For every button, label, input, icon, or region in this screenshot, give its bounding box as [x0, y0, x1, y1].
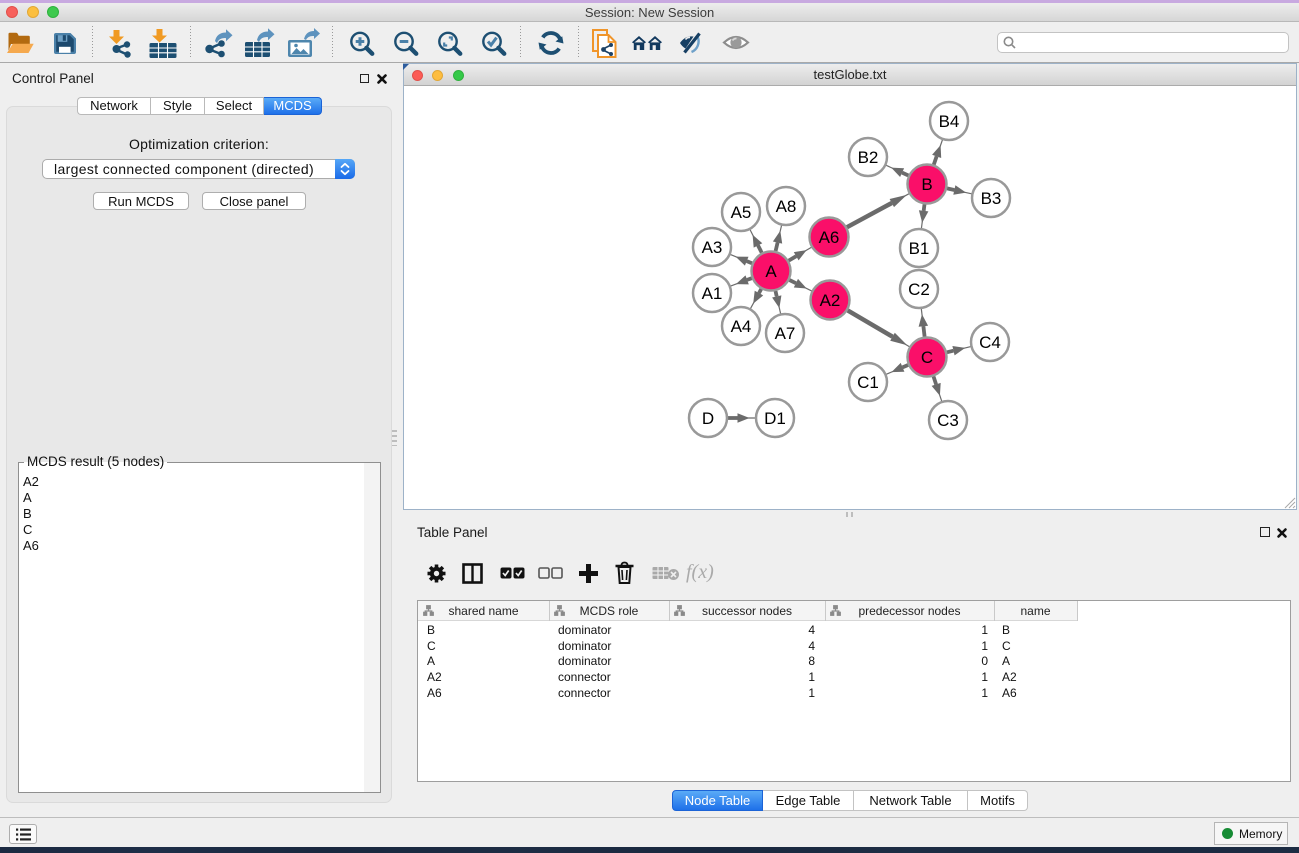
svg-text:C4: C4 — [979, 333, 1001, 352]
svg-text:A2: A2 — [820, 291, 841, 310]
svg-text:A: A — [765, 262, 777, 281]
svg-text:A5: A5 — [731, 203, 752, 222]
svg-text:A6: A6 — [819, 228, 840, 247]
svg-text:C3: C3 — [937, 411, 959, 430]
svg-text:A7: A7 — [775, 324, 796, 343]
svg-text:D1: D1 — [764, 409, 786, 428]
svg-text:B1: B1 — [909, 239, 930, 258]
svg-text:B4: B4 — [939, 112, 960, 131]
svg-text:A4: A4 — [731, 317, 752, 336]
svg-text:B3: B3 — [981, 189, 1002, 208]
svg-text:A3: A3 — [702, 238, 723, 257]
svg-text:C: C — [921, 348, 933, 367]
svg-text:A1: A1 — [702, 284, 723, 303]
svg-text:C1: C1 — [857, 373, 879, 392]
svg-text:D: D — [702, 409, 714, 428]
svg-text:C2: C2 — [908, 280, 930, 299]
svg-text:A8: A8 — [776, 197, 797, 216]
svg-text:B: B — [921, 175, 932, 194]
svg-text:B2: B2 — [858, 148, 879, 167]
